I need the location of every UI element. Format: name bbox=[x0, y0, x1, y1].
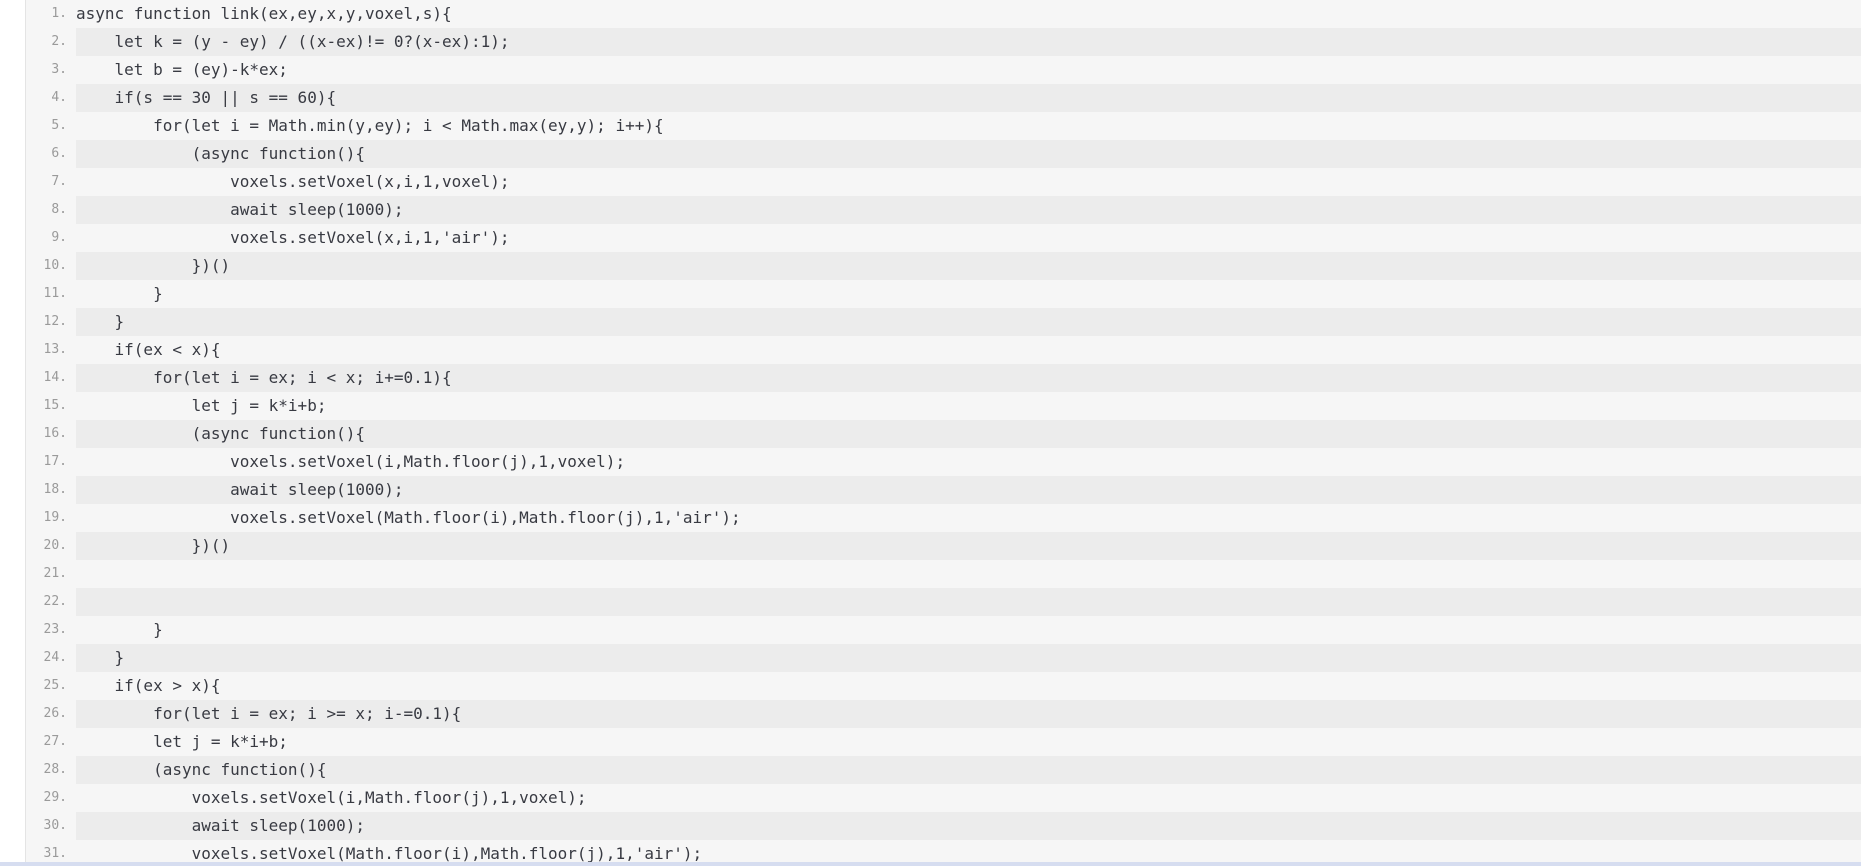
code-text[interactable]: voxels.setVoxel(i,Math.floor(j),1,voxel)… bbox=[76, 448, 1861, 476]
code-line: 14. for(let i = ex; i < x; i+=0.1){ bbox=[26, 364, 1861, 392]
code-line: 13. if(ex < x){ bbox=[26, 336, 1861, 364]
line-number: 5. bbox=[51, 118, 67, 133]
line-number: 16. bbox=[43, 426, 67, 441]
line-number: 3. bbox=[51, 62, 67, 77]
line-number: 30. bbox=[43, 818, 67, 833]
code-line: 11. } bbox=[26, 280, 1861, 308]
line-number: 7. bbox=[51, 174, 67, 189]
code-text[interactable]: if(s == 30 || s == 60){ bbox=[76, 84, 1861, 112]
code-text[interactable]: for(let i = Math.min(y,ey); i < Math.max… bbox=[76, 112, 1861, 140]
code-text[interactable]: voxels.setVoxel(Math.floor(i),Math.floor… bbox=[76, 840, 1861, 862]
code-line: 1. async function link(ex,ey,x,y,voxel,s)… bbox=[26, 0, 1861, 28]
code-line: 29. voxels.setVoxel(i,Math.floor(j),1,vo… bbox=[26, 784, 1861, 812]
line-number: 31. bbox=[43, 846, 67, 861]
line-number: 18. bbox=[43, 482, 67, 497]
code-line: 18. await sleep(1000); bbox=[26, 476, 1861, 504]
line-number: 23. bbox=[43, 622, 67, 637]
code-line: 5. for(let i = Math.min(y,ey); i < Math.… bbox=[26, 112, 1861, 140]
code-line: 15. let j = k*i+b; bbox=[26, 392, 1861, 420]
code-text[interactable]: (async function(){ bbox=[76, 420, 1861, 448]
line-number: 11. bbox=[43, 286, 67, 301]
line-number: 8. bbox=[51, 202, 67, 217]
line-number: 10. bbox=[43, 258, 67, 273]
code-line: 20. })() bbox=[26, 532, 1861, 560]
code-text[interactable]: await sleep(1000); bbox=[76, 812, 1861, 840]
line-number: 9. bbox=[51, 230, 67, 245]
code-text[interactable]: if(ex < x){ bbox=[76, 336, 1861, 364]
line-number: 29. bbox=[43, 790, 67, 805]
code-text[interactable]: if(ex > x){ bbox=[76, 672, 1861, 700]
code-text[interactable]: (async function(){ bbox=[76, 756, 1861, 784]
code-text[interactable]: await sleep(1000); bbox=[76, 196, 1861, 224]
code-text[interactable] bbox=[76, 560, 1861, 588]
line-number: 21. bbox=[43, 566, 67, 581]
code-text[interactable] bbox=[76, 588, 1861, 616]
code-line: 6. (async function(){ bbox=[26, 140, 1861, 168]
code-text[interactable]: } bbox=[76, 616, 1861, 644]
line-number: 24. bbox=[43, 650, 67, 665]
code-text[interactable]: } bbox=[76, 308, 1861, 336]
code-line: 25. if(ex > x){ bbox=[26, 672, 1861, 700]
code-text[interactable]: await sleep(1000); bbox=[76, 476, 1861, 504]
code-text[interactable]: })() bbox=[76, 532, 1861, 560]
code-text[interactable]: voxels.setVoxel(i,Math.floor(j),1,voxel)… bbox=[76, 784, 1861, 812]
line-number: 20. bbox=[43, 538, 67, 553]
line-number: 22. bbox=[43, 594, 67, 609]
line-number: 27. bbox=[43, 734, 67, 749]
code-line: 2. let k = (y - ey) / ((x-ex)!= 0?(x-ex)… bbox=[26, 28, 1861, 56]
code-text[interactable]: })() bbox=[76, 252, 1861, 280]
line-number: 1. bbox=[51, 6, 67, 21]
code-line: 24. } bbox=[26, 644, 1861, 672]
code-line: 22. bbox=[26, 588, 1861, 616]
code-text[interactable]: voxels.setVoxel(Math.floor(i),Math.floor… bbox=[76, 504, 1861, 532]
horizontal-scrollbar[interactable] bbox=[0, 862, 1861, 866]
line-number: 6. bbox=[51, 146, 67, 161]
code-line: 4. if(s == 30 || s == 60){ bbox=[26, 84, 1861, 112]
line-number: 19. bbox=[43, 510, 67, 525]
code-line: 21. bbox=[26, 560, 1861, 588]
code-line: 17. voxels.setVoxel(i,Math.floor(j),1,vo… bbox=[26, 448, 1861, 476]
line-number: 17. bbox=[43, 454, 67, 469]
code-line: 19. voxels.setVoxel(Math.floor(i),Math.f… bbox=[26, 504, 1861, 532]
code-line: 31. voxels.setVoxel(Math.floor(i),Math.f… bbox=[26, 840, 1861, 862]
code-text[interactable]: let k = (y - ey) / ((x-ex)!= 0?(x-ex):1)… bbox=[76, 28, 1861, 56]
code-line: 7. voxels.setVoxel(x,i,1,voxel); bbox=[26, 168, 1861, 196]
code-text[interactable]: for(let i = ex; i >= x; i-=0.1){ bbox=[76, 700, 1861, 728]
line-number: 14. bbox=[43, 370, 67, 385]
code-text[interactable]: voxels.setVoxel(x,i,1,voxel); bbox=[76, 168, 1861, 196]
code-text[interactable]: for(let i = ex; i < x; i+=0.1){ bbox=[76, 364, 1861, 392]
code-text[interactable]: voxels.setVoxel(x,i,1,'air'); bbox=[76, 224, 1861, 252]
line-number: 13. bbox=[43, 342, 67, 357]
code-line: 23. } bbox=[26, 616, 1861, 644]
code-text[interactable]: let j = k*i+b; bbox=[76, 392, 1861, 420]
code-line: 28. (async function(){ bbox=[26, 756, 1861, 784]
code-line: 30. await sleep(1000); bbox=[26, 812, 1861, 840]
code-block[interactable]: 1. async function link(ex,ey,x,y,voxel,s)… bbox=[25, 0, 1861, 862]
code-text[interactable]: let b = (ey)-k*ex; bbox=[76, 56, 1861, 84]
code-line: 10. })() bbox=[26, 252, 1861, 280]
code-line: 27. let j = k*i+b; bbox=[26, 728, 1861, 756]
code-line: 8. await sleep(1000); bbox=[26, 196, 1861, 224]
code-text[interactable]: async function link(ex,ey,x,y,voxel,s){ bbox=[76, 0, 1861, 28]
code-line: 12. } bbox=[26, 308, 1861, 336]
line-number: 4. bbox=[51, 90, 67, 105]
line-number: 12. bbox=[43, 314, 67, 329]
line-number: 15. bbox=[43, 398, 67, 413]
line-number: 25. bbox=[43, 678, 67, 693]
line-number: 28. bbox=[43, 762, 67, 777]
line-number: 2. bbox=[51, 34, 67, 49]
code-text[interactable]: (async function(){ bbox=[76, 140, 1861, 168]
code-text[interactable]: } bbox=[76, 280, 1861, 308]
line-number: 26. bbox=[43, 706, 67, 721]
code-line: 16. (async function(){ bbox=[26, 420, 1861, 448]
code-text[interactable]: } bbox=[76, 644, 1861, 672]
code-line: 3. let b = (ey)-k*ex; bbox=[26, 56, 1861, 84]
code-line: 9. voxels.setVoxel(x,i,1,'air'); bbox=[26, 224, 1861, 252]
code-text[interactable]: let j = k*i+b; bbox=[76, 728, 1861, 756]
code-line: 26. for(let i = ex; i >= x; i-=0.1){ bbox=[26, 700, 1861, 728]
